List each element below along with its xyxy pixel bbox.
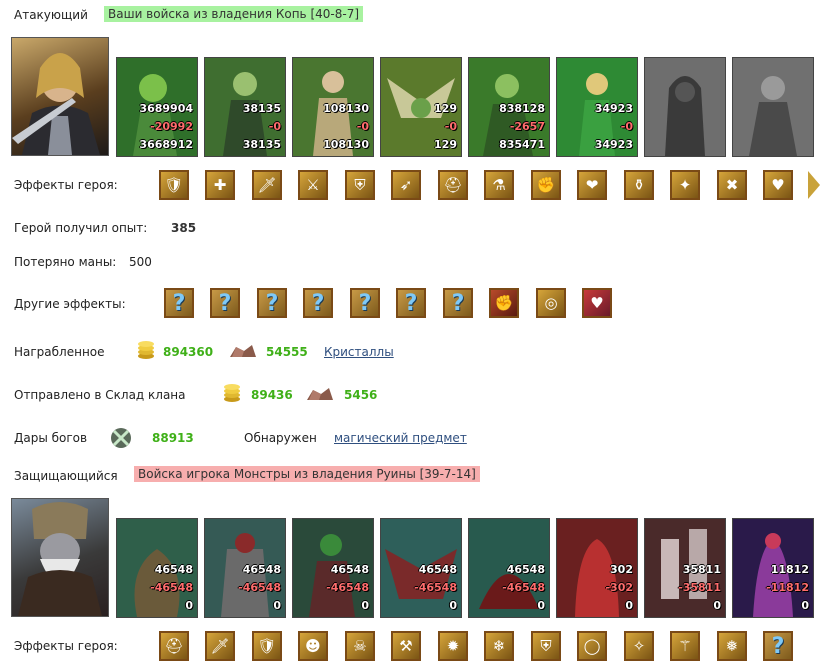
tools-icon[interactable]: ⚒ (391, 631, 421, 661)
unknown-effect-icon[interactable]: ? (164, 288, 194, 318)
clan-label: Отправлено в Склад клана (14, 388, 186, 402)
mana-label: Потеряно маны: (14, 255, 117, 269)
sword-icon[interactable]: 🗡 (205, 631, 235, 661)
heart-arrow-icon[interactable]: ♥ (582, 288, 612, 318)
scroll-right-icon[interactable] (808, 171, 820, 199)
helmet-icon[interactable]: ⛑ (438, 170, 468, 200)
ore-icon (230, 345, 256, 357)
loot-ore-value: 54555 (266, 345, 308, 359)
skull-icon[interactable]: ☠ (345, 631, 375, 661)
defender-unit[interactable]: 46548 -46548 0 (204, 518, 286, 618)
attacker-unit[interactable]: 38135 -0 38135 (204, 57, 286, 157)
sword-icon[interactable]: 🗡 (252, 170, 282, 200)
fire-icon[interactable]: ✹ (438, 631, 468, 661)
attacker-hero-portrait[interactable] (11, 37, 109, 156)
unknown-effect-icon[interactable]: ? (763, 631, 793, 661)
other-effects-label: Другие эффекты: (14, 297, 126, 311)
gold-icon (138, 341, 154, 359)
ice-icon[interactable]: ❅ (717, 631, 747, 661)
clan-ore-value: 5456 (344, 388, 378, 402)
defender-label: Защищающийся (14, 469, 118, 483)
exp-label: Герой получил опыт: (14, 221, 148, 235)
clan-gold-value: 89436 (251, 388, 293, 402)
gold-icon (224, 384, 240, 402)
attacker-unit-empty[interactable] (644, 57, 726, 157)
heart-icon[interactable]: ❤ (577, 170, 607, 200)
mana-value: 500 (129, 255, 152, 269)
loot-gold-value: 894360 (163, 345, 214, 359)
unknown-effect-icon[interactable]: ? (396, 288, 426, 318)
gifts-label: Дары богов (14, 431, 88, 445)
hero-effects-label: Эффекты героя: (14, 178, 118, 192)
loot-label: Награбленное (14, 345, 105, 359)
unknown-effect-icon[interactable]: ? (257, 288, 287, 318)
unknown-effect-icon[interactable]: ? (210, 288, 240, 318)
attacker-source: Ваши войска из владения Копь [40-8-7] (104, 6, 364, 22)
cross-icon[interactable]: ✚ (205, 170, 235, 200)
attacker-unit[interactable]: 838128 -2657 835471 (468, 57, 550, 157)
attacker-unit[interactable]: 3689904 -20992 3668912 (116, 57, 198, 157)
attacker-unit[interactable]: 34923 -0 34923 (556, 57, 638, 157)
defender-hero-portrait[interactable] (11, 498, 109, 617)
fist-heart-icon[interactable]: ✊ (489, 288, 519, 318)
gift-icon (111, 428, 131, 448)
attacker-unit-empty[interactable] (732, 57, 814, 157)
potion-icon[interactable]: ⚗ (484, 170, 514, 200)
shield-icon[interactable]: 🛡 (252, 631, 282, 661)
warrior-icon[interactable]: ☻ (298, 631, 328, 661)
defender-unit[interactable]: 46548 -46548 0 (292, 518, 374, 618)
unknown-effect-icon[interactable]: ? (350, 288, 380, 318)
ore-icon (307, 388, 333, 400)
shield-icon[interactable]: 🛡 (159, 170, 189, 200)
crystals-link[interactable]: Кристаллы (324, 345, 394, 359)
flask-icon[interactable]: ⚱ (624, 170, 654, 200)
fist-icon[interactable]: ✊ (531, 170, 561, 200)
coins-icon[interactable]: ◎ (536, 288, 566, 318)
magic-item-link[interactable]: магический предмет (334, 431, 467, 445)
hero-effects-label: Эффекты героя: (14, 639, 118, 653)
heart-gem-icon[interactable]: ♥ (763, 170, 793, 200)
defender-unit[interactable]: 35811 -35811 0 (644, 518, 726, 618)
staff-icon[interactable]: ⚚ (670, 631, 700, 661)
crossed-blades-icon[interactable]: ✖ (717, 170, 747, 200)
unknown-effect-icon[interactable]: ? (303, 288, 333, 318)
defender-unit[interactable]: 46548 -46548 0 (380, 518, 462, 618)
swords-icon[interactable]: ⚔ (298, 170, 328, 200)
attacker-unit[interactable]: 129 -0 129 (380, 57, 462, 157)
attacker-label: Атакующий (14, 8, 88, 22)
defender-unit[interactable]: 302 -302 0 (556, 518, 638, 618)
wand-icon[interactable]: ✧ (624, 631, 654, 661)
unknown-effect-icon[interactable]: ? (443, 288, 473, 318)
gifts-value: 88913 (152, 431, 194, 445)
helmet-icon[interactable]: ⛑ (159, 631, 189, 661)
defender-unit[interactable]: 46548 -46548 0 (116, 518, 198, 618)
found-label: Обнаружен (244, 431, 317, 445)
blade-icon[interactable]: ✦ (670, 170, 700, 200)
defender-source: Войска игрока Монстры из владения Руины … (134, 466, 480, 482)
bows-icon[interactable]: ➶ (391, 170, 421, 200)
defender-unit[interactable]: 11812 -11812 0 (732, 518, 814, 618)
armor-icon[interactable]: ⛨ (531, 631, 561, 661)
ring-icon[interactable]: ◯ (577, 631, 607, 661)
frost-icon[interactable]: ❄ (484, 631, 514, 661)
armor-icon[interactable]: ⛨ (345, 170, 375, 200)
defender-unit[interactable]: 46548 -46548 0 (468, 518, 550, 618)
exp-value: 385 (171, 221, 197, 235)
attacker-unit[interactable]: 108130 -0 108130 (292, 57, 374, 157)
